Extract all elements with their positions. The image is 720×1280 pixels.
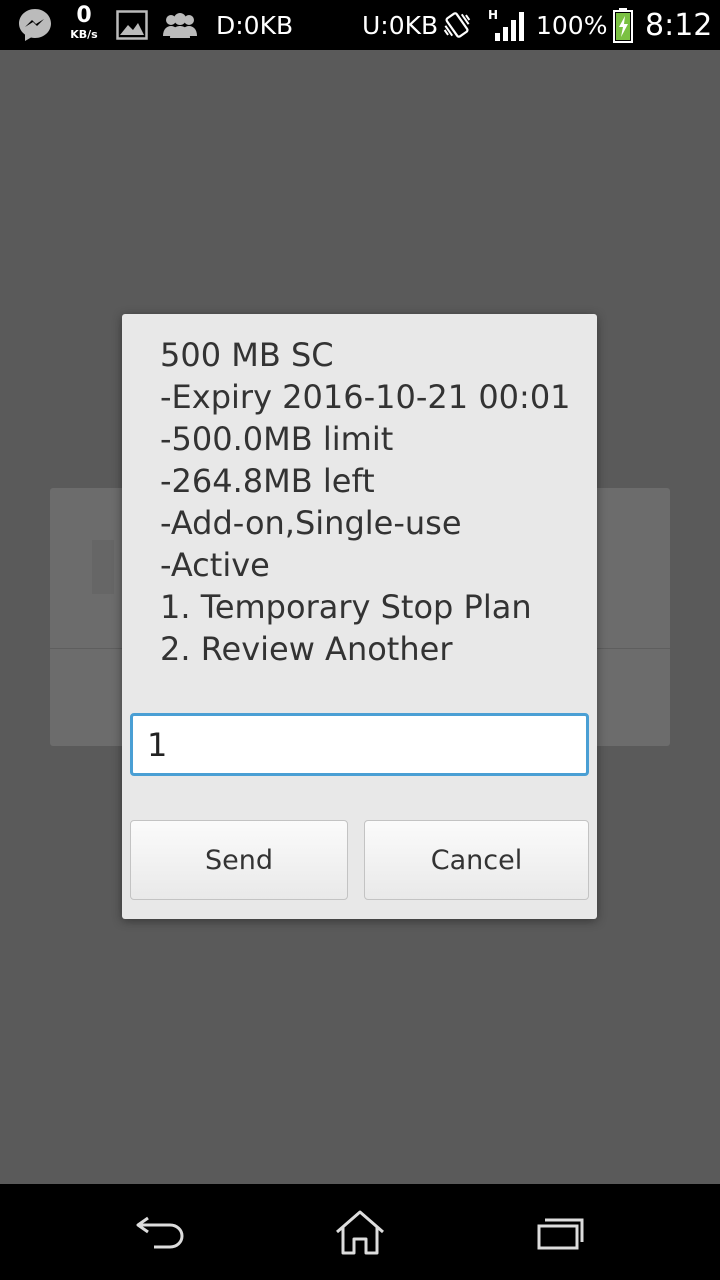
recent-apps-icon [537,1218,584,1250]
speed-value: 0 [76,3,92,28]
message-line: 2. Review Another [160,630,453,668]
message-line: -264.8MB left [160,462,375,500]
ussd-dialog: 500 MB SC -Expiry 2016-10-21 00:01 -500.… [122,314,597,919]
background-icon [92,540,114,594]
send-button[interactable]: Send [130,820,348,900]
message-line: -Active [160,546,270,584]
battery-percent: 100% [536,10,608,40]
cancel-button-label: Cancel [430,844,523,876]
messenger-icon [16,0,54,50]
recent-apps-button[interactable] [530,1202,590,1262]
signal-icon: H [488,0,528,50]
home-button[interactable] [330,1202,390,1262]
navigation-bar [0,1184,720,1280]
speed-unit: KB/s [70,28,98,41]
home-icon [336,1210,384,1255]
network-speed: 0 KB/s [62,4,106,42]
svg-text:H: H [488,8,498,22]
back-button[interactable] [130,1202,190,1262]
battery-charging-icon [612,0,634,50]
send-button-label: Send [204,844,273,876]
dialog-message: 500 MB SC -Expiry 2016-10-21 00:01 -500.… [160,334,590,670]
message-line: 500 MB SC [160,336,334,374]
message-line: 1. Temporary Stop Plan [160,588,532,626]
back-icon [136,1216,184,1249]
vibrate-icon [440,0,474,50]
download-indicator: D:0KB [216,10,294,40]
cancel-button[interactable]: Cancel [364,820,589,900]
message-line: -500.0MB limit [160,420,394,458]
image-icon [116,0,148,50]
people-icon [160,0,200,50]
upload-indicator: U:0KB [362,10,439,40]
message-line: -Expiry 2016-10-21 00:01 [160,378,571,416]
message-line: -Add-on,Single-use [160,504,462,542]
status-bar: 0 KB/s D:0KB U:0KB H 100% 8:12 [0,0,720,50]
clock: 8:12 [645,7,713,43]
reply-input[interactable] [130,713,589,776]
